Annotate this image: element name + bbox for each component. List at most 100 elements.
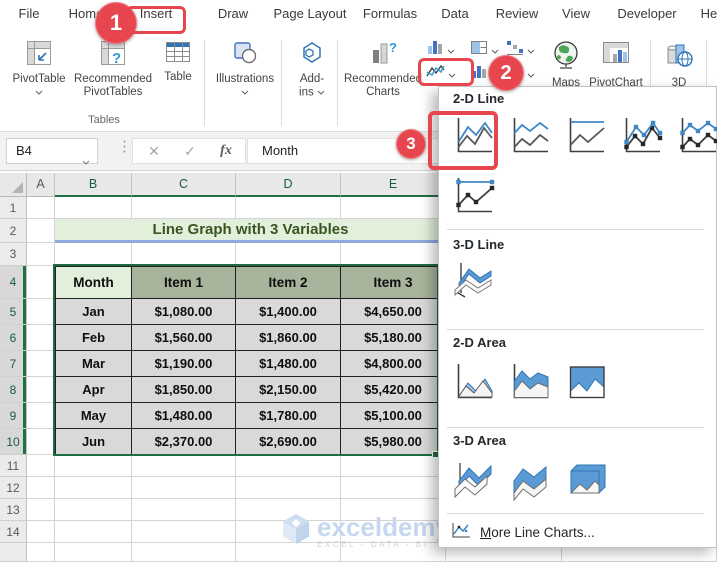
row-header-3[interactable]: 3	[0, 243, 27, 266]
tab-developer[interactable]: Developer	[617, 0, 676, 28]
cell-E6[interactable]: $5,180.00	[341, 325, 446, 351]
column-header-A[interactable]: A	[27, 173, 55, 197]
chart-thumbnail-100-stacked-line[interactable]	[561, 113, 609, 161]
enter-button[interactable]: ✓	[175, 139, 205, 163]
cell-D5[interactable]: $1,400.00	[236, 299, 341, 325]
column-header-E[interactable]: E	[341, 173, 446, 197]
sheet-title-cell[interactable]: Line Graph with 3 Variables	[55, 219, 446, 243]
row-header-10[interactable]: 10	[0, 429, 27, 455]
cell[interactable]	[27, 219, 55, 243]
cell[interactable]	[55, 243, 132, 266]
maps-button[interactable]: Maps	[542, 40, 590, 90]
insert-column-chart-button[interactable]	[426, 38, 455, 61]
cell[interactable]	[27, 243, 55, 266]
cell[interactable]	[341, 477, 446, 499]
cell[interactable]	[236, 243, 341, 266]
cell-C5[interactable]: $1,080.00	[132, 299, 236, 325]
pivotchart-button[interactable]: PivotChart	[586, 40, 646, 90]
row-header-9[interactable]: 9	[0, 403, 27, 429]
pivottable-button[interactable]: PivotTable	[8, 40, 70, 100]
cell-B5[interactable]: Jan	[55, 299, 132, 325]
cell[interactable]	[27, 377, 55, 403]
cell-D6[interactable]: $1,860.00	[236, 325, 341, 351]
recommended-pivottables-button[interactable]: ? Recommended PivotTables	[72, 40, 154, 99]
cell[interactable]	[27, 403, 55, 429]
chart-thumbnail-line[interactable]	[449, 113, 497, 161]
tab-data[interactable]: Data	[441, 0, 468, 28]
cell-C9[interactable]: $1,480.00	[132, 403, 236, 429]
cell-D10[interactable]: $2,690.00	[236, 429, 341, 455]
column-header-C[interactable]: C	[132, 173, 236, 197]
cell-C8[interactable]: $1,850.00	[132, 377, 236, 403]
3d-map-button[interactable]: 3D	[656, 40, 702, 90]
name-box[interactable]: B4	[6, 138, 98, 165]
row-header[interactable]	[0, 543, 27, 562]
cell[interactable]	[27, 477, 55, 499]
cell[interactable]	[27, 325, 55, 351]
cell-C7[interactable]: $1,190.00	[132, 351, 236, 377]
table-header-item-3[interactable]: Item 3	[341, 266, 446, 299]
cell[interactable]	[132, 477, 236, 499]
cell[interactable]	[341, 455, 446, 477]
cell[interactable]	[132, 197, 236, 219]
cell-B7[interactable]: Mar	[55, 351, 132, 377]
chart-thumbnail-line-markers[interactable]	[617, 113, 665, 161]
formula-bar-grip[interactable]: ⋮	[117, 137, 132, 155]
tab-draw[interactable]: Draw	[218, 0, 248, 28]
cell[interactable]	[27, 266, 55, 299]
cell-D8[interactable]: $2,150.00	[236, 377, 341, 403]
add-ins-button[interactable]: Add- ins	[288, 40, 336, 100]
chart-thumbnail-area[interactable]	[449, 359, 497, 407]
cell[interactable]	[341, 197, 446, 219]
tab-page-layout[interactable]: Page Layout	[273, 0, 346, 28]
row-header-14[interactable]: 14	[0, 521, 27, 543]
cell-B6[interactable]: Feb	[55, 325, 132, 351]
table-header-item-1[interactable]: Item 1	[132, 266, 236, 299]
cell[interactable]	[27, 351, 55, 377]
cell-B10[interactable]: Jun	[55, 429, 132, 455]
table-header-item-2[interactable]: Item 2	[236, 266, 341, 299]
cell[interactable]	[55, 521, 132, 543]
cell[interactable]	[132, 543, 236, 562]
chart-thumbnail-100-stacked-area[interactable]	[561, 359, 609, 407]
cell-E10[interactable]: $5,980.00	[341, 429, 446, 455]
cell-D7[interactable]: $1,480.00	[236, 351, 341, 377]
cell-B8[interactable]: Apr	[55, 377, 132, 403]
row-header-1[interactable]: 1	[0, 197, 27, 219]
tab-formulas[interactable]: Formulas	[363, 0, 417, 28]
cell[interactable]	[55, 499, 132, 521]
tab-file[interactable]: File	[19, 0, 40, 28]
cell-C10[interactable]: $2,370.00	[132, 429, 236, 455]
select-all-corner[interactable]	[0, 173, 27, 197]
cell-C6[interactable]: $1,560.00	[132, 325, 236, 351]
cell[interactable]	[27, 455, 55, 477]
chart-thumbnail-stacked-area[interactable]	[505, 359, 553, 407]
cell[interactable]	[55, 543, 132, 562]
cell[interactable]	[132, 521, 236, 543]
row-header-12[interactable]: 12	[0, 477, 27, 499]
cell[interactable]	[341, 243, 446, 266]
more-line-charts-item[interactable]: More Line Charts...	[439, 517, 716, 547]
cell[interactable]	[132, 455, 236, 477]
tab-help[interactable]: Help	[701, 0, 717, 28]
cell-E8[interactable]: $5,420.00	[341, 377, 446, 403]
cell[interactable]	[236, 197, 341, 219]
cell-E9[interactable]: $5,100.00	[341, 403, 446, 429]
cell[interactable]	[27, 499, 55, 521]
column-header-D[interactable]: D	[236, 173, 341, 197]
row-header-11[interactable]: 11	[0, 455, 27, 477]
row-header-5[interactable]: 5	[0, 299, 27, 325]
cell-E5[interactable]: $4,650.00	[341, 299, 446, 325]
cell[interactable]	[27, 429, 55, 455]
cell[interactable]	[132, 499, 236, 521]
tab-view[interactable]: View	[562, 0, 590, 28]
cell[interactable]	[27, 543, 55, 562]
cell[interactable]	[132, 243, 236, 266]
cell[interactable]	[27, 197, 55, 219]
cell[interactable]	[55, 197, 132, 219]
cell[interactable]	[55, 455, 132, 477]
cell-D9[interactable]: $1,780.00	[236, 403, 341, 429]
row-header-7[interactable]: 7	[0, 351, 27, 377]
cell[interactable]	[27, 521, 55, 543]
recommended-charts-button[interactable]: ? Recommended Charts	[344, 40, 422, 99]
